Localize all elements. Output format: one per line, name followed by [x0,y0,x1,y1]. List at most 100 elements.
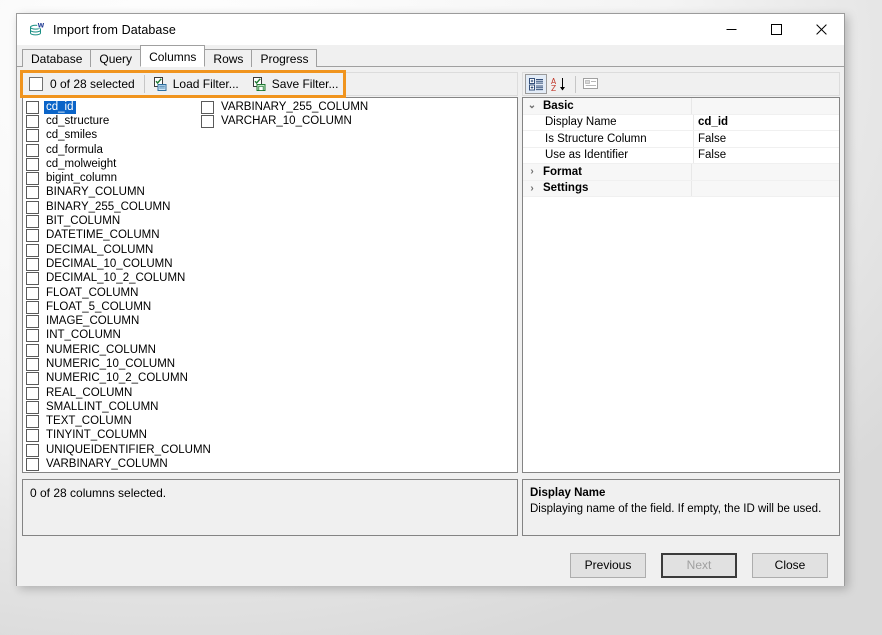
column-list-item-label: BINARY_255_COLUMN [44,201,172,214]
column-list-item[interactable]: NUMERIC_10_2_COLUMN [26,372,201,386]
column-list-item[interactable]: cd_smiles [26,129,201,143]
column-list-item[interactable]: cd_structure [26,114,201,128]
property-row[interactable]: Display Namecd_id [523,115,839,132]
chevron-icon[interactable]: › [523,183,541,194]
column-list-item[interactable]: SMALLINT_COLUMN [26,400,201,414]
column-list-item[interactable]: VARBINARY_COLUMN [26,457,201,471]
close-button-footer[interactable]: Close [752,553,828,578]
checkbox-icon[interactable] [26,387,39,400]
select-all-columns-checkbox[interactable]: 0 of 28 selected [23,73,142,95]
tab-progress[interactable]: Progress [251,49,317,67]
tab-strip: Database Query Columns Rows Progress [17,45,844,67]
next-button[interactable]: Next [661,553,737,578]
property-help-title: Display Name [530,485,832,501]
title-bar: W Import from Database [17,14,844,45]
column-list-item[interactable]: VARCHAR_10_COLUMN [201,114,376,128]
tab-rows[interactable]: Rows [204,49,252,67]
tab-query[interactable]: Query [90,49,141,67]
checkbox-icon[interactable] [26,444,39,457]
column-list-item[interactable]: cd_molweight [26,157,201,171]
property-category-row[interactable]: ›Format [523,164,839,181]
property-name: Format [541,166,691,178]
column-list-item[interactable]: UNIQUEIDENTIFIER_COLUMN [26,443,201,457]
property-column-divider [691,181,692,197]
column-list-item[interactable]: DATETIME_COLUMN [26,229,201,243]
column-list-item-label: BINARY_COLUMN [44,186,147,199]
column-list-item[interactable]: cd_formula [26,143,201,157]
column-list-item[interactable]: DECIMAL_COLUMN [26,243,201,257]
column-list-item-label: cd_smiles [44,129,99,142]
property-pages-icon[interactable] [580,74,602,94]
checkbox-icon[interactable] [26,287,39,300]
checkbox-icon[interactable] [26,415,39,428]
tab-database[interactable]: Database [22,49,91,67]
checkbox-icon[interactable] [26,401,39,414]
property-value[interactable]: False [694,149,839,161]
column-list-item[interactable]: bigint_column [26,171,201,185]
checkbox-icon[interactable] [26,115,39,128]
checkbox-icon[interactable] [201,115,214,128]
checkbox-icon[interactable] [26,244,39,257]
column-list-item[interactable]: BIT_COLUMN [26,214,201,228]
import-from-database-window: W Import from Database Database Query Co… [16,13,845,586]
column-list-item[interactable]: cd_id [26,100,201,114]
property-name: Basic [541,100,691,112]
checkbox-icon[interactable] [26,358,39,371]
checkbox-icon[interactable] [26,301,39,314]
checkbox-icon[interactable] [26,215,39,228]
column-list-item[interactable]: REAL_COLUMN [26,386,201,400]
columns-toolbar: 0 of 28 selected Load Filter... [22,72,518,96]
checkbox-icon[interactable] [26,172,39,185]
column-list-item-label: DECIMAL_10_COLUMN [44,258,175,271]
checkbox-icon[interactable] [26,344,39,357]
database-import-icon: W [28,21,46,39]
property-category-row[interactable]: ›Settings [523,181,839,198]
maximize-button[interactable] [754,14,799,45]
checkbox-icon[interactable] [26,372,39,385]
column-list-item[interactable]: VARBINARY_255_COLUMN [201,100,376,114]
checkbox-icon[interactable] [26,272,39,285]
column-list-item[interactable]: TEXT_COLUMN [26,415,201,429]
column-list-item[interactable]: FLOAT_5_COLUMN [26,300,201,314]
save-filter-button[interactable]: Save Filter... [246,73,346,95]
columns-list[interactable]: cd_idcd_structurecd_smilescd_formulacd_m… [22,97,518,473]
checkbox-icon[interactable] [201,101,214,114]
close-button[interactable] [799,14,844,45]
column-list-item[interactable]: TINYINT_COLUMN [26,429,201,443]
checkbox-icon[interactable] [26,229,39,242]
property-value[interactable]: False [694,133,839,145]
property-grid[interactable]: ⌄BasicDisplay Namecd_idIs Structure Colu… [522,97,840,473]
property-value[interactable]: cd_id [694,116,839,128]
checkbox-icon[interactable] [26,429,39,442]
column-list-item[interactable]: DECIMAL_10_COLUMN [26,257,201,271]
column-list-item[interactable]: NUMERIC_10_COLUMN [26,357,201,371]
checkbox-icon[interactable] [26,186,39,199]
checkbox-icon[interactable] [26,315,39,328]
previous-button[interactable]: Previous [570,553,646,578]
load-filter-button[interactable]: Load Filter... [147,73,246,95]
column-list-item[interactable]: FLOAT_COLUMN [26,286,201,300]
minimize-button[interactable] [709,14,754,45]
column-list-item[interactable]: BINARY_COLUMN [26,186,201,200]
checkbox-icon[interactable] [26,144,39,157]
checkbox-icon[interactable] [26,158,39,171]
checkbox-icon[interactable] [26,129,39,142]
column-list-item[interactable]: INT_COLUMN [26,329,201,343]
tab-columns[interactable]: Columns [140,45,205,67]
sort-alphabetical-icon[interactable]: A Z [548,74,570,94]
column-list-item[interactable]: IMAGE_COLUMN [26,314,201,328]
checkbox-icon[interactable] [26,101,39,114]
column-list-item[interactable]: DECIMAL_10_2_COLUMN [26,272,201,286]
checkbox-icon[interactable] [26,201,39,214]
checkbox-icon[interactable] [26,458,39,471]
categorized-view-icon[interactable] [525,74,547,94]
column-list-item[interactable]: NUMERIC_COLUMN [26,343,201,357]
property-category-row[interactable]: ⌄Basic [523,98,839,115]
property-row[interactable]: Is Structure ColumnFalse [523,131,839,148]
property-row[interactable]: Use as IdentifierFalse [523,148,839,165]
chevron-icon[interactable]: › [523,166,541,177]
checkbox-icon[interactable] [26,329,39,342]
column-list-item[interactable]: BINARY_255_COLUMN [26,200,201,214]
chevron-icon[interactable]: ⌄ [523,100,541,111]
checkbox-icon[interactable] [26,258,39,271]
